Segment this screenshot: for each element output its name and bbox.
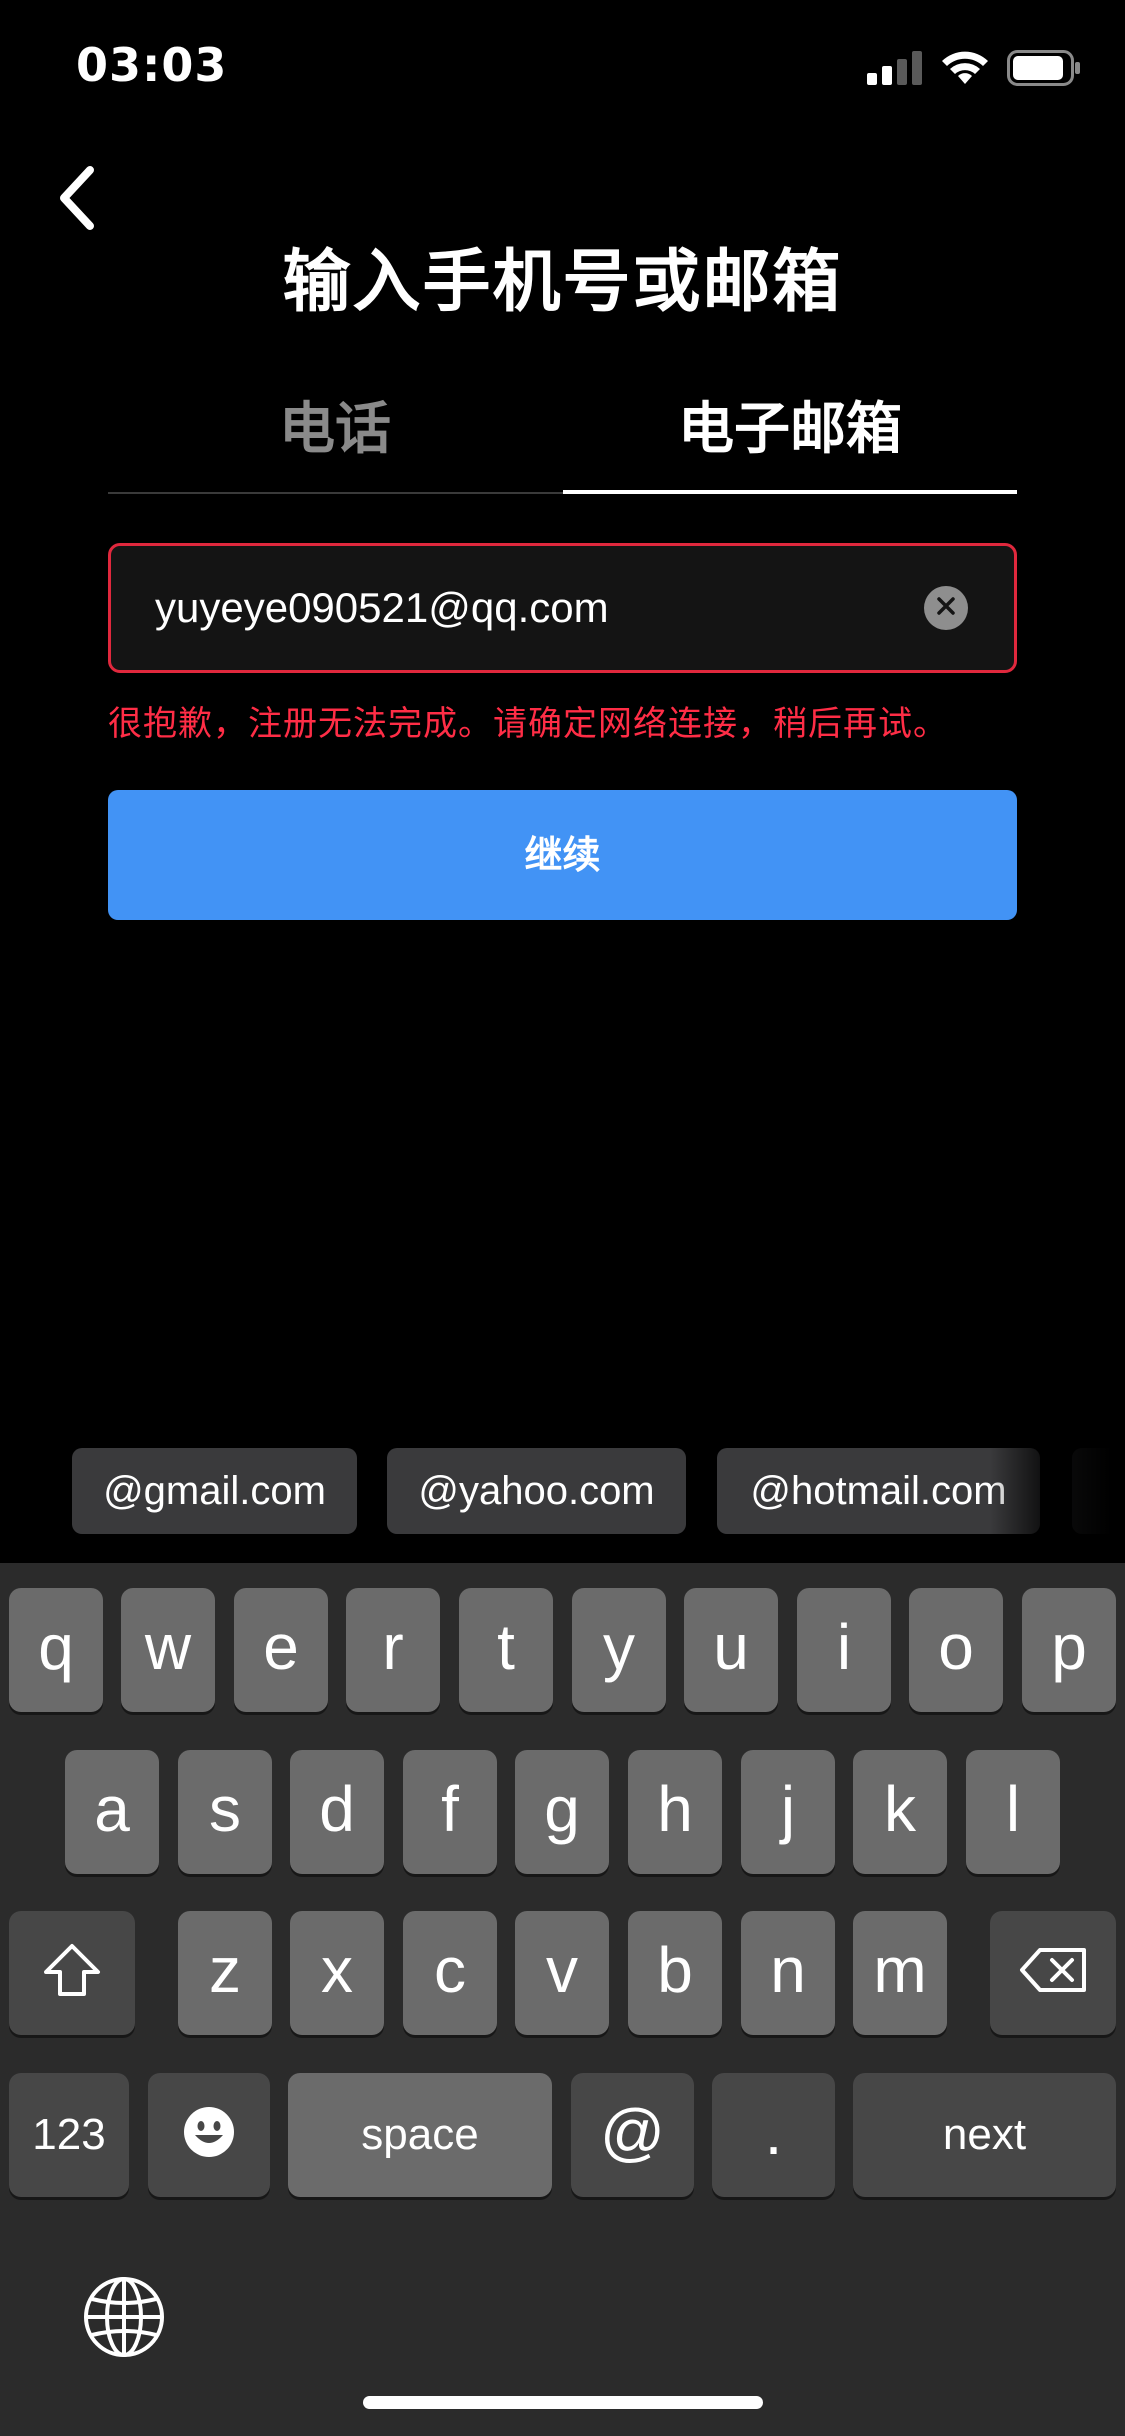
error-message: 很抱歉，注册无法完成。请确定网络连接，稍后再试。 xyxy=(108,704,948,744)
key-r[interactable]: r xyxy=(346,1588,440,1712)
key-k[interactable]: k xyxy=(853,1750,947,1874)
tab-active-indicator xyxy=(563,490,1017,494)
key-w[interactable]: w xyxy=(121,1588,215,1712)
email-field[interactable]: yuyeye090521@qq.com xyxy=(108,543,1017,673)
email-domain-suggestions: @gmail.com @yahoo.com @hotmail.com xyxy=(0,1448,1125,1536)
wifi-icon xyxy=(941,50,989,90)
status-bar: 03:03 xyxy=(0,0,1125,135)
key-u[interactable]: u xyxy=(684,1588,778,1712)
emoji-key[interactable] xyxy=(148,2073,270,2197)
suggestion-yahoo[interactable]: @yahoo.com xyxy=(387,1448,686,1534)
key-h[interactable]: h xyxy=(628,1750,722,1874)
key-g[interactable]: g xyxy=(515,1750,609,1874)
keyboard: q w e r t y u i o p a s d f g h j k l z … xyxy=(0,1563,1125,2436)
key-y[interactable]: y xyxy=(572,1588,666,1712)
key-n[interactable]: n xyxy=(741,1911,835,2035)
suggestion-gmail[interactable]: @gmail.com xyxy=(72,1448,357,1534)
close-icon xyxy=(935,595,957,621)
email-input-value[interactable]: yuyeye090521@qq.com xyxy=(155,546,609,670)
suggestion-fade xyxy=(990,1448,1125,1536)
tab-phone[interactable]: 电话 xyxy=(108,380,562,492)
key-f[interactable]: f xyxy=(403,1750,497,1874)
key-o[interactable]: o xyxy=(909,1588,1003,1712)
key-q[interactable]: q xyxy=(9,1588,103,1712)
cellular-signal-icon xyxy=(867,51,923,89)
continue-button[interactable]: 继续 xyxy=(108,790,1017,920)
battery-icon xyxy=(1007,50,1081,90)
key-m[interactable]: m xyxy=(853,1911,947,2035)
key-i[interactable]: i xyxy=(797,1588,891,1712)
status-time: 03:03 xyxy=(76,38,228,92)
emoji-icon xyxy=(182,2096,236,2168)
home-indicator xyxy=(363,2396,763,2409)
at-key[interactable]: @ xyxy=(571,2073,694,2197)
key-a[interactable]: a xyxy=(65,1750,159,1874)
page-title: 输入手机号或邮箱 xyxy=(282,243,843,322)
tab-email[interactable]: 电子邮箱 xyxy=(563,380,1017,492)
shift-icon xyxy=(42,1934,102,2006)
key-c[interactable]: c xyxy=(403,1911,497,2035)
key-b[interactable]: b xyxy=(628,1911,722,2035)
globe-icon xyxy=(82,2277,166,2363)
key-t[interactable]: t xyxy=(459,1588,553,1712)
dot-key[interactable]: . xyxy=(712,2073,835,2197)
key-p[interactable]: p xyxy=(1022,1588,1116,1712)
clear-input-button[interactable] xyxy=(924,586,968,630)
key-j[interactable]: j xyxy=(741,1750,835,1874)
status-icons xyxy=(867,48,1081,92)
backspace-key[interactable] xyxy=(990,1911,1116,2035)
key-l[interactable]: l xyxy=(966,1750,1060,1874)
chevron-left-icon xyxy=(56,166,96,234)
shift-key[interactable] xyxy=(9,1911,135,2035)
numbers-key[interactable]: 123 xyxy=(9,2073,129,2197)
screen: 03:03 输入手机号或邮箱 电话 电子邮箱 yuyeye090521@qq.c… xyxy=(0,0,1125,2436)
key-e[interactable]: e xyxy=(234,1588,328,1712)
key-x[interactable]: x xyxy=(290,1911,384,2035)
key-z[interactable]: z xyxy=(178,1911,272,2035)
next-key[interactable]: next xyxy=(853,2073,1116,2197)
key-d[interactable]: d xyxy=(290,1750,384,1874)
globe-button[interactable] xyxy=(82,2275,172,2365)
tab-bar: 电话 电子邮箱 xyxy=(108,380,1017,494)
backspace-icon xyxy=(1018,1934,1088,2006)
space-key[interactable]: space xyxy=(288,2073,552,2197)
key-s[interactable]: s xyxy=(178,1750,272,1874)
key-v[interactable]: v xyxy=(515,1911,609,2035)
